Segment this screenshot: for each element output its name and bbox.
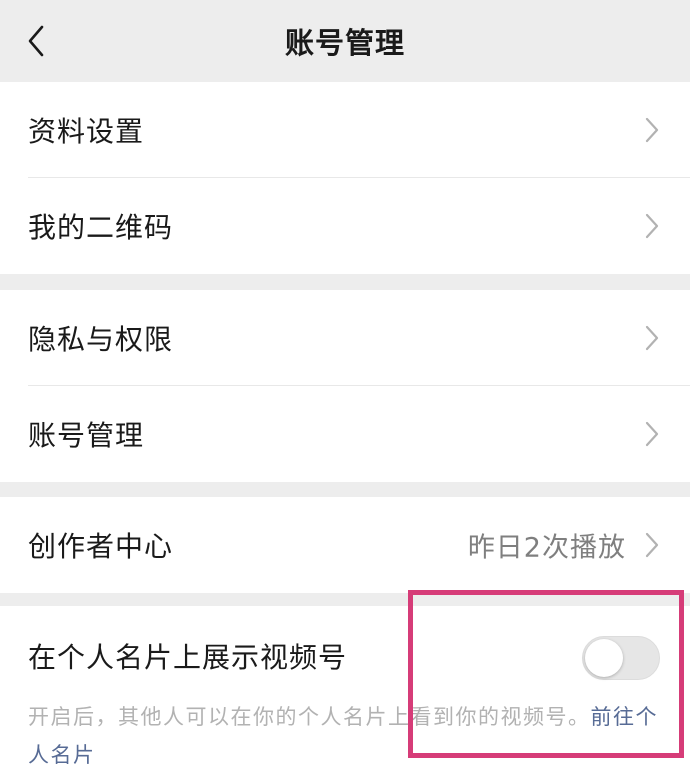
- profile-group: 资料设置 我的二维码: [0, 82, 690, 274]
- chevron-right-icon: [645, 117, 659, 143]
- play-count-value: 昨日2次播放: [467, 532, 626, 564]
- row-privacy-permissions[interactable]: 隐私与权限: [0, 290, 690, 386]
- back-button[interactable]: [14, 15, 58, 67]
- creator-group: 创作者中心 昨日2次播放: [0, 497, 690, 593]
- chevron-right-icon: [645, 213, 659, 239]
- chevron-right-icon: [645, 532, 659, 558]
- row-label: 创作者中心: [28, 530, 174, 563]
- row-account-management[interactable]: 账号管理: [0, 386, 690, 482]
- row-show-channels-on-card: 在个人名片上展示视频号: [0, 606, 690, 706]
- toggle-label: 在个人名片上展示视频号: [28, 641, 348, 674]
- toggle-knob: [585, 639, 623, 677]
- row-my-qrcode[interactable]: 我的二维码: [0, 178, 690, 274]
- chevron-right-icon: [645, 325, 659, 351]
- page-title: 账号管理: [284, 26, 405, 60]
- nav-bar: 账号管理: [0, 0, 690, 82]
- row-label: 隐私与权限: [28, 323, 174, 356]
- chevron-left-icon: [28, 25, 44, 57]
- toggle-description: 开启后，其他人可以在你的个人名片上看到你的视频号。前往个人名片: [0, 698, 690, 764]
- row-label: 账号管理: [28, 419, 145, 452]
- show-channels-toggle[interactable]: [582, 636, 660, 680]
- row-label: 资料设置: [28, 115, 145, 148]
- row-label: 我的二维码: [28, 211, 174, 244]
- row-creator-center[interactable]: 创作者中心 昨日2次播放: [0, 497, 690, 593]
- row-profile-settings[interactable]: 资料设置: [0, 82, 690, 178]
- chevron-right-icon: [645, 421, 659, 447]
- account-management-screen: 账号管理 资料设置 我的二维码 隐私与权限 账号管理 创作者中心 昨日2次播放 …: [0, 0, 690, 764]
- privacy-group: 隐私与权限 账号管理: [0, 290, 690, 482]
- channels-display-group: 在个人名片上展示视频号 开启后，其他人可以在你的个人名片上看到你的视频号。前往个…: [0, 606, 690, 764]
- description-text: 开启后，其他人可以在你的个人名片上看到你的视频号。: [28, 705, 591, 729]
